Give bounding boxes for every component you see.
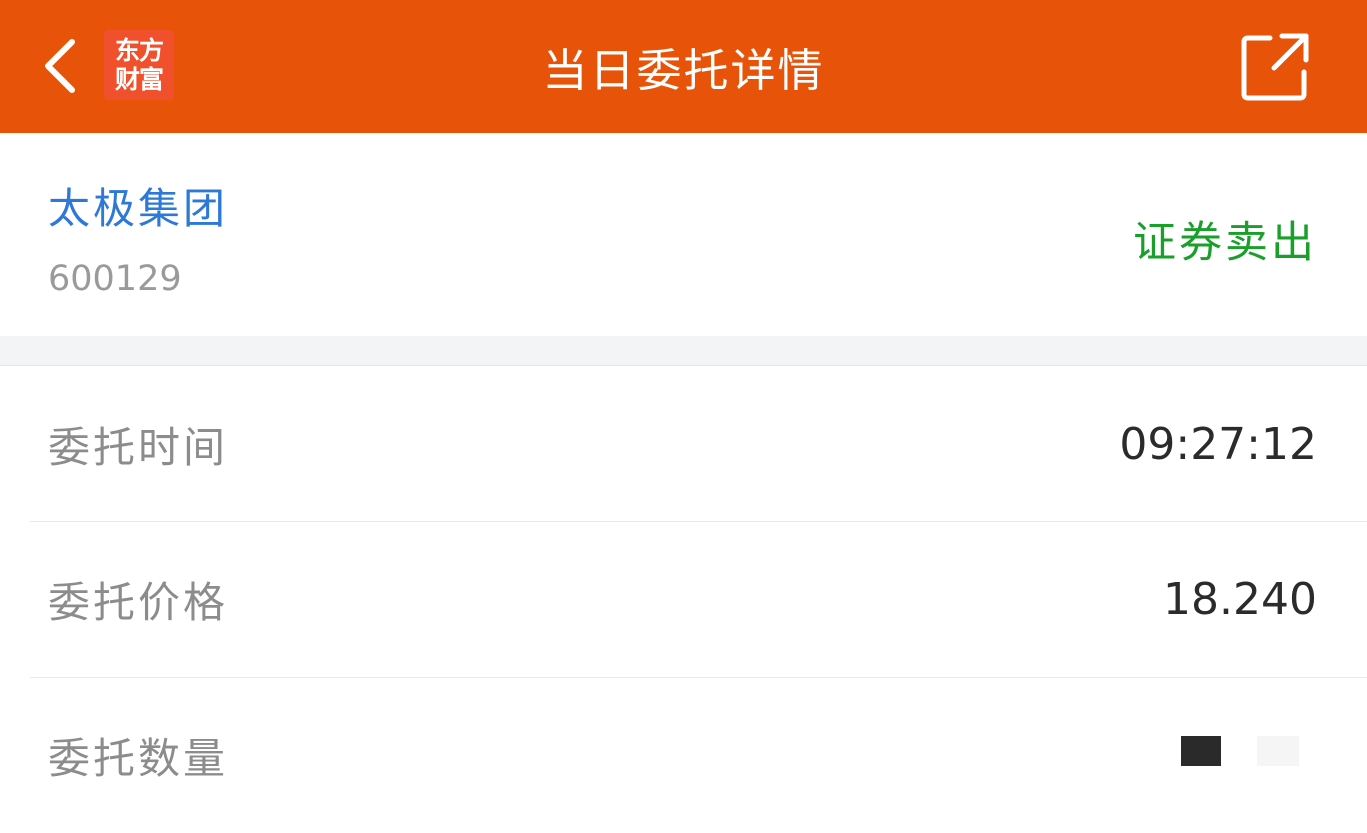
chevron-left-icon bbox=[45, 39, 75, 93]
back-button[interactable] bbox=[30, 30, 90, 102]
stock-name[interactable]: 太极集团 bbox=[48, 175, 228, 236]
stock-code: 600129 bbox=[48, 259, 182, 299]
redaction-mask bbox=[1181, 736, 1221, 766]
stock-info-section: 太极集团 600129 证券卖出 bbox=[0, 133, 1367, 336]
detail-row-time: 委托时间 09:27:12 bbox=[0, 367, 1367, 522]
detail-value: 09:27:12 bbox=[1119, 419, 1317, 470]
detail-value: 18.240 bbox=[1163, 574, 1317, 625]
page-title: 当日委托详情 bbox=[542, 44, 825, 97]
share-external-icon bbox=[1241, 33, 1309, 101]
eastmoney-logo: 东方 财富 bbox=[104, 30, 174, 100]
share-button[interactable] bbox=[1238, 30, 1312, 104]
section-separator bbox=[0, 336, 1367, 366]
top-navigation-bar: 东方 财富 当日委托详情 bbox=[0, 0, 1367, 133]
detail-label: 委托时间 bbox=[48, 423, 229, 472]
detail-row-price: 委托价格 18.240 bbox=[0, 522, 1367, 677]
detail-label: 委托价格 bbox=[48, 578, 229, 627]
redaction-mask-light bbox=[1257, 736, 1299, 766]
trade-type: 证券卖出 bbox=[1133, 218, 1317, 268]
logo-line-2: 财富 bbox=[114, 65, 164, 94]
logo-line-1: 东方 bbox=[114, 36, 164, 65]
